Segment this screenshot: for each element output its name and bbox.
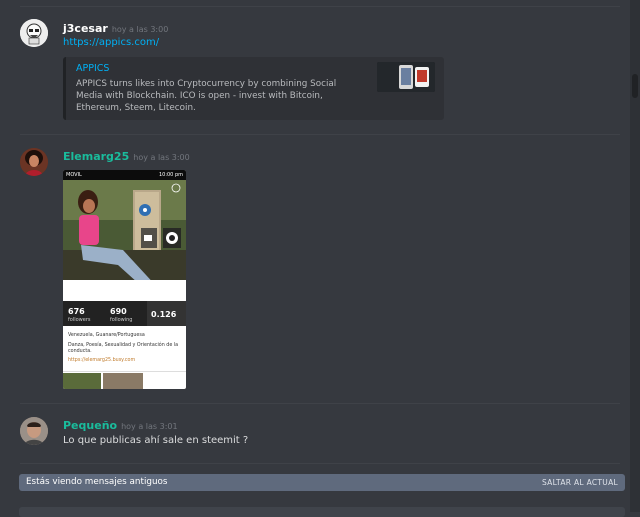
profile-stats: 676 followers 690 following 0.126: [63, 301, 186, 326]
message-input[interactable]: [19, 507, 625, 517]
user-photo-icon: [20, 148, 48, 176]
user-photo-icon: [20, 417, 48, 445]
username[interactable]: Elemarg25: [63, 150, 129, 163]
profile-photo: elemarg25: [63, 180, 186, 280]
stormtrooper-icon: [20, 19, 48, 47]
old-messages-banner: Estás viendo mensajes antiguos SALTAR AL…: [19, 474, 625, 491]
following-label: following: [110, 317, 133, 323]
username[interactable]: j3cesar: [63, 22, 108, 35]
woman-sitting-photo-icon: [63, 180, 186, 280]
gallery-thumb: [63, 373, 101, 389]
status-carrier: MOVIL: [66, 172, 82, 178]
bio-divider: [63, 371, 186, 372]
top-divider: [20, 6, 620, 7]
embed-description: APPICS turns likes into Cryptocurrency b…: [76, 79, 337, 113]
banner-text: Estás viendo mensajes antiguos: [26, 477, 168, 487]
message-divider: [20, 463, 620, 464]
message-header: j3cesar hoy a las 3:00: [63, 22, 168, 35]
timestamp: hoy a las 3:00: [133, 153, 190, 162]
timestamp: hoy a las 3:01: [121, 422, 178, 431]
bio-text: Danza, Poesía, Sexualidad y Orientación …: [68, 343, 179, 354]
avatar[interactable]: [20, 19, 48, 47]
scrollbar-thumb[interactable]: [632, 74, 638, 98]
username[interactable]: Pequeño: [63, 419, 117, 432]
followers-label: followers: [68, 317, 91, 323]
message-text: Lo que publicas ahí sale en steemit ?: [63, 435, 249, 446]
message-divider: [20, 403, 620, 404]
avatar[interactable]: [20, 417, 48, 445]
embed-thumbnail[interactable]: [377, 62, 435, 92]
link-embed: APPICS APPICS turns likes into Cryptocur…: [63, 57, 444, 120]
status-time: 10:00 pm: [158, 172, 183, 178]
phone-status-bar: MOVIL 10:00 pm: [63, 170, 186, 180]
image-attachment[interactable]: MOVIL 10:00 pm 676 followers 690 followi…: [63, 170, 186, 389]
timestamp: hoy a las 3:00: [111, 25, 169, 34]
message-divider: [20, 134, 620, 135]
message-header: Pequeño hoy a las 3:01: [63, 419, 178, 432]
phone-thumbnail-icon: [377, 62, 435, 92]
bio-link: https://elemarg25.busy.com: [68, 358, 136, 363]
message-link[interactable]: https://appics.com/: [63, 37, 159, 48]
sp-value: 0.126: [151, 310, 177, 319]
bio-location: Venezuela, Guanare/Portuguesa: [68, 333, 145, 338]
followers-count: 676: [68, 307, 85, 316]
jump-to-present-button[interactable]: SALTAR AL ACTUAL: [542, 478, 618, 487]
embed-title[interactable]: APPICS: [76, 63, 109, 74]
following-count: 690: [110, 307, 127, 316]
message-header: Elemarg25 hoy a las 3:00: [63, 150, 190, 163]
avatar[interactable]: [20, 148, 48, 176]
gallery-thumb: [103, 373, 143, 389]
